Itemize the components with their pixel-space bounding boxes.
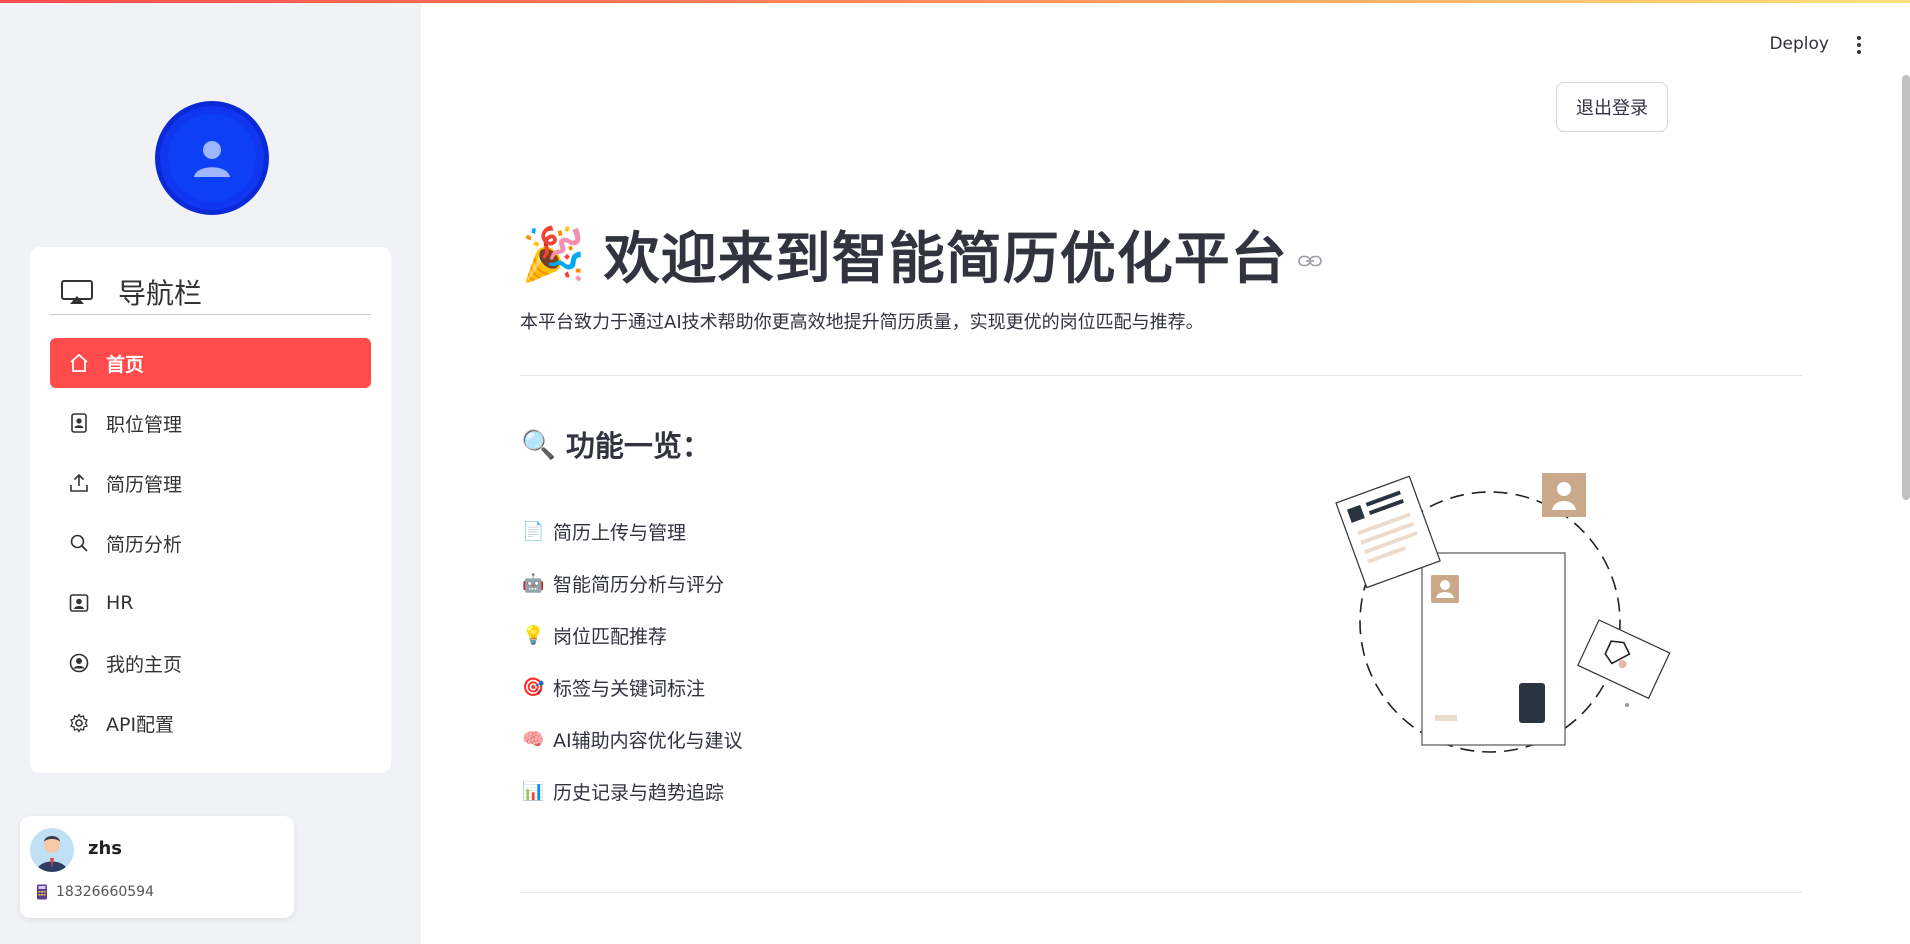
sidebar-item-label: 简历分析 [106,533,183,556]
avatar [30,828,74,872]
user-card[interactable]: zhs 18326660594 [20,816,294,918]
party-popper-icon: 🎉 [521,225,586,285]
page-title-text: 欢迎来到智能简历优化平台 [603,227,1288,292]
nav-header: 导航栏 [50,269,371,315]
brain-icon: 🧠 [522,729,545,750]
robot-icon: 🤖 [522,573,545,594]
feature-item: 📊 历史记录与趋势追踪 [522,778,724,805]
user-phone-row: 18326660594 [36,884,154,900]
sidebar-item-hr[interactable]: HR [50,578,371,628]
intro-text: 本平台致力于通过AI技术帮助你更高效地提升简历质量，实现更优的岗位匹配与推荐。 [520,312,1204,333]
user-circle-icon [68,652,90,674]
page-title: 🎉 欢迎来到智能简历优化平台 [521,214,1322,295]
user-name: zhs [88,838,123,859]
phone-icon [37,884,47,900]
top-decoration-bar [0,0,1910,3]
sidebar-item-resumes[interactable]: 简历管理 [50,458,371,508]
target-icon: 🎯 [522,677,545,698]
divider [520,375,1802,376]
sidebar-item-label: HR [106,592,134,614]
feature-item: 📄 简历上传与管理 [522,518,686,545]
feature-label: 岗位匹配推荐 [553,626,668,648]
features-heading: 🔍 功能一览： [521,423,711,465]
resume-illustration [1335,473,1671,753]
scrollbar[interactable] [1902,75,1910,500]
divider [520,892,1802,893]
id-badge-icon [68,412,90,434]
nav-title: 导航栏 [118,276,203,310]
home-icon [68,352,90,374]
sidebar-item-api-config[interactable]: API配置 [50,698,371,748]
feature-item: 💡 岗位匹配推荐 [522,622,667,649]
feature-label: 历史记录与趋势追踪 [553,782,725,804]
bar-chart-icon: 📊 [522,781,545,802]
feature-label: 标签与关键词标注 [553,678,706,700]
more-menu-icon[interactable] [1852,34,1866,56]
user-icon [194,141,230,177]
sidebar-item-analysis[interactable]: 简历分析 [50,518,371,568]
upload-icon [68,472,90,494]
sidebar-item-label: 职位管理 [106,413,183,436]
user-phone: 18326660594 [56,884,154,900]
sidebar-item-label: 简历管理 [106,473,183,496]
lightbulb-icon: 💡 [522,625,545,646]
feature-item: 🎯 标签与关键词标注 [522,674,705,701]
airplay-icon [61,279,93,304]
sidebar-item-home[interactable]: 首页 [50,338,371,388]
feature-label: 简历上传与管理 [553,522,687,544]
gear-icon [68,712,90,734]
features-title: 功能一览： [565,429,711,463]
sidebar: 导航栏 首页 职位管理 简历管理 简历分析 HR 我的主页 API配置 zhs … [0,0,421,944]
navigation-card: 导航栏 首页 职位管理 简历管理 简历分析 HR 我的主页 API配置 [30,247,391,773]
sidebar-item-label: 首页 [106,353,145,376]
sidebar-item-label: 我的主页 [106,653,183,676]
deploy-button[interactable]: Deploy [1769,34,1829,54]
sidebar-avatar [160,106,264,210]
person-badge-icon [68,592,90,614]
document-icon: 📄 [522,521,545,542]
sidebar-item-jobs[interactable]: 职位管理 [50,398,371,448]
sidebar-item-label: API配置 [106,713,175,736]
main-content: Deploy 退出登录 🎉 欢迎来到智能简历优化平台 本平台致力于通过AI技术帮… [421,0,1910,944]
feature-label: AI辅助内容优化与建议 [553,730,743,752]
search-icon [68,532,90,554]
logout-button[interactable]: 退出登录 [1556,82,1668,132]
feature-item: 🧠 AI辅助内容优化与建议 [522,726,743,753]
sidebar-item-profile[interactable]: 我的主页 [50,638,371,688]
feature-item: 🤖 智能简历分析与评分 [522,570,724,597]
feature-label: 智能简历分析与评分 [553,574,725,596]
anchor-link-icon[interactable] [1297,254,1322,268]
magnifier-icon: 🔍 [521,427,556,461]
